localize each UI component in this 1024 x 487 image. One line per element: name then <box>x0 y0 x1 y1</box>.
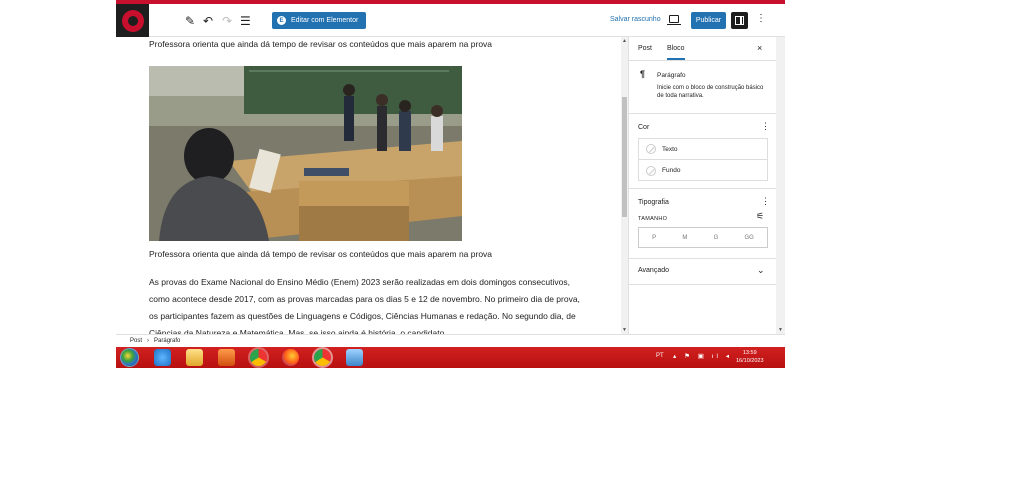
settings-sidebar: Post Bloco × ¶ Parágrafo Inicie com o bl… <box>628 37 777 334</box>
block-breadcrumb: Post › Parágrafo <box>116 334 785 347</box>
windows-taskbar: PT ▴ ⚑ ▣ ıl ◂ 13:59 16/10/2023 <box>116 347 785 368</box>
language-indicator[interactable]: PT <box>656 353 664 359</box>
font-size-option[interactable]: P <box>652 235 656 241</box>
sidebar-icon <box>735 16 744 25</box>
body-paragraph[interactable]: As provas do Exame Nacional do Ensino Mé… <box>149 274 589 334</box>
sidebar-scrollbar[interactable]: ▼ <box>776 37 785 334</box>
taskbar-clock[interactable]: 13:59 16/10/2023 <box>736 349 764 365</box>
pencil-tool-icon[interactable]: ✎ <box>185 12 195 29</box>
background-color-swatch-icon <box>646 165 656 176</box>
firefox-icon[interactable] <box>282 349 299 366</box>
background-color-label: Fundo <box>662 167 681 174</box>
edit-with-elementor-label: Editar com Elementor <box>291 17 359 24</box>
canvas-scrollbar[interactable]: ▲ ▼ <box>621 37 628 334</box>
classroom-image[interactable] <box>149 66 462 241</box>
image-caption-top[interactable]: Professora orienta que ainda dá tempo de… <box>149 39 492 49</box>
color-panel: Cor ⋮ Texto Fundo <box>629 114 777 189</box>
text-color-label: Texto <box>662 145 678 153</box>
undo-icon[interactable]: ↶ <box>203 12 213 29</box>
sidebar-tabs: Post Bloco × <box>629 37 777 61</box>
editor-toolbar: + ✎ ↶ ↷ ☰ E Editar com Elementor Salvar … <box>116 4 785 37</box>
text-color-control[interactable]: Texto <box>639 139 767 160</box>
clock-time: 13:59 <box>742 350 757 356</box>
start-button[interactable] <box>120 348 139 367</box>
scroll-down-icon[interactable]: ▼ <box>622 327 627 333</box>
tab-block[interactable]: Bloco <box>667 45 685 60</box>
font-size-option[interactable]: M <box>682 235 687 241</box>
close-sidebar-icon[interactable]: × <box>757 43 762 53</box>
font-size-option[interactable]: GG <box>745 235 754 241</box>
color-options-icon[interactable]: ⋮ <box>761 121 770 132</box>
typography-panel: Tipografia ⋮ TAMANHO ⚟ P M G GG <box>629 189 777 259</box>
logo-mark-icon <box>121 9 144 32</box>
breadcrumb-paragraph[interactable]: Parágrafo <box>154 338 180 344</box>
editor-canvas: Professora orienta que ainda dá tempo de… <box>116 37 621 334</box>
custom-size-settings-icon[interactable]: ⚟ <box>756 211 764 222</box>
tab-post[interactable]: Post <box>638 45 652 52</box>
clock-date: 16/10/2023 <box>736 358 764 364</box>
chrome-icon[interactable] <box>248 347 269 368</box>
block-description: Inicie com o bloco de construção básico … <box>657 85 764 99</box>
file-explorer-icon[interactable] <box>186 349 203 366</box>
paragraph-icon: ¶ <box>640 69 646 79</box>
site-logo[interactable] <box>116 4 149 37</box>
font-size-picker: P M G GG <box>638 227 768 248</box>
settings-toggle-button[interactable] <box>731 12 748 29</box>
advanced-title: Avançado <box>638 267 670 274</box>
typography-title[interactable]: Tipografia <box>638 199 669 206</box>
save-draft-button[interactable]: Salvar rascunho <box>610 16 661 23</box>
advanced-panel[interactable]: Avançado ⌄ <box>629 259 777 285</box>
block-card: ¶ Parágrafo Inicie com o bloco de constr… <box>629 61 777 114</box>
editor-window: + ✎ ↶ ↷ ☰ E Editar com Elementor Salvar … <box>116 0 785 368</box>
typography-options-icon[interactable]: ⋮ <box>761 196 770 207</box>
elementor-icon: E <box>277 16 286 25</box>
publish-button[interactable]: Publicar <box>691 12 726 29</box>
document-overview-icon[interactable]: ☰ <box>240 12 251 29</box>
scroll-down-icon[interactable]: ▼ <box>778 327 783 333</box>
scroll-up-icon[interactable]: ▲ <box>622 38 627 44</box>
block-title: Parágrafo <box>657 72 686 79</box>
breadcrumb-post[interactable]: Post <box>130 338 142 344</box>
text-color-swatch-icon <box>646 144 656 154</box>
remote-desktop-icon[interactable] <box>346 349 363 366</box>
breadcrumb-separator: › <box>147 338 150 344</box>
media-player-icon[interactable] <box>218 349 235 366</box>
classroom-photo-illustration <box>149 66 462 241</box>
internet-explorer-icon[interactable] <box>154 349 171 366</box>
background-color-control[interactable]: Fundo <box>639 160 767 181</box>
font-size-label: TAMANHO <box>638 216 668 222</box>
preview-icon[interactable] <box>667 15 681 25</box>
redo-icon[interactable]: ↷ <box>222 12 232 29</box>
color-title[interactable]: Cor <box>638 124 649 131</box>
edit-with-elementor-button[interactable]: E Editar com Elementor <box>272 12 366 29</box>
chrome-active-icon[interactable] <box>312 347 333 368</box>
system-tray-icons[interactable]: ▴ ⚑ ▣ ıl ◂ <box>673 352 732 360</box>
font-size-option[interactable]: G <box>714 235 719 241</box>
chevron-down-icon: ⌄ <box>757 265 765 275</box>
image-caption-bottom[interactable]: Professora orienta que ainda dá tempo de… <box>149 249 492 259</box>
options-more-icon[interactable]: ⋮ <box>756 13 766 24</box>
color-settings: Texto Fundo <box>638 138 768 181</box>
scrollbar-thumb[interactable] <box>622 97 627 217</box>
